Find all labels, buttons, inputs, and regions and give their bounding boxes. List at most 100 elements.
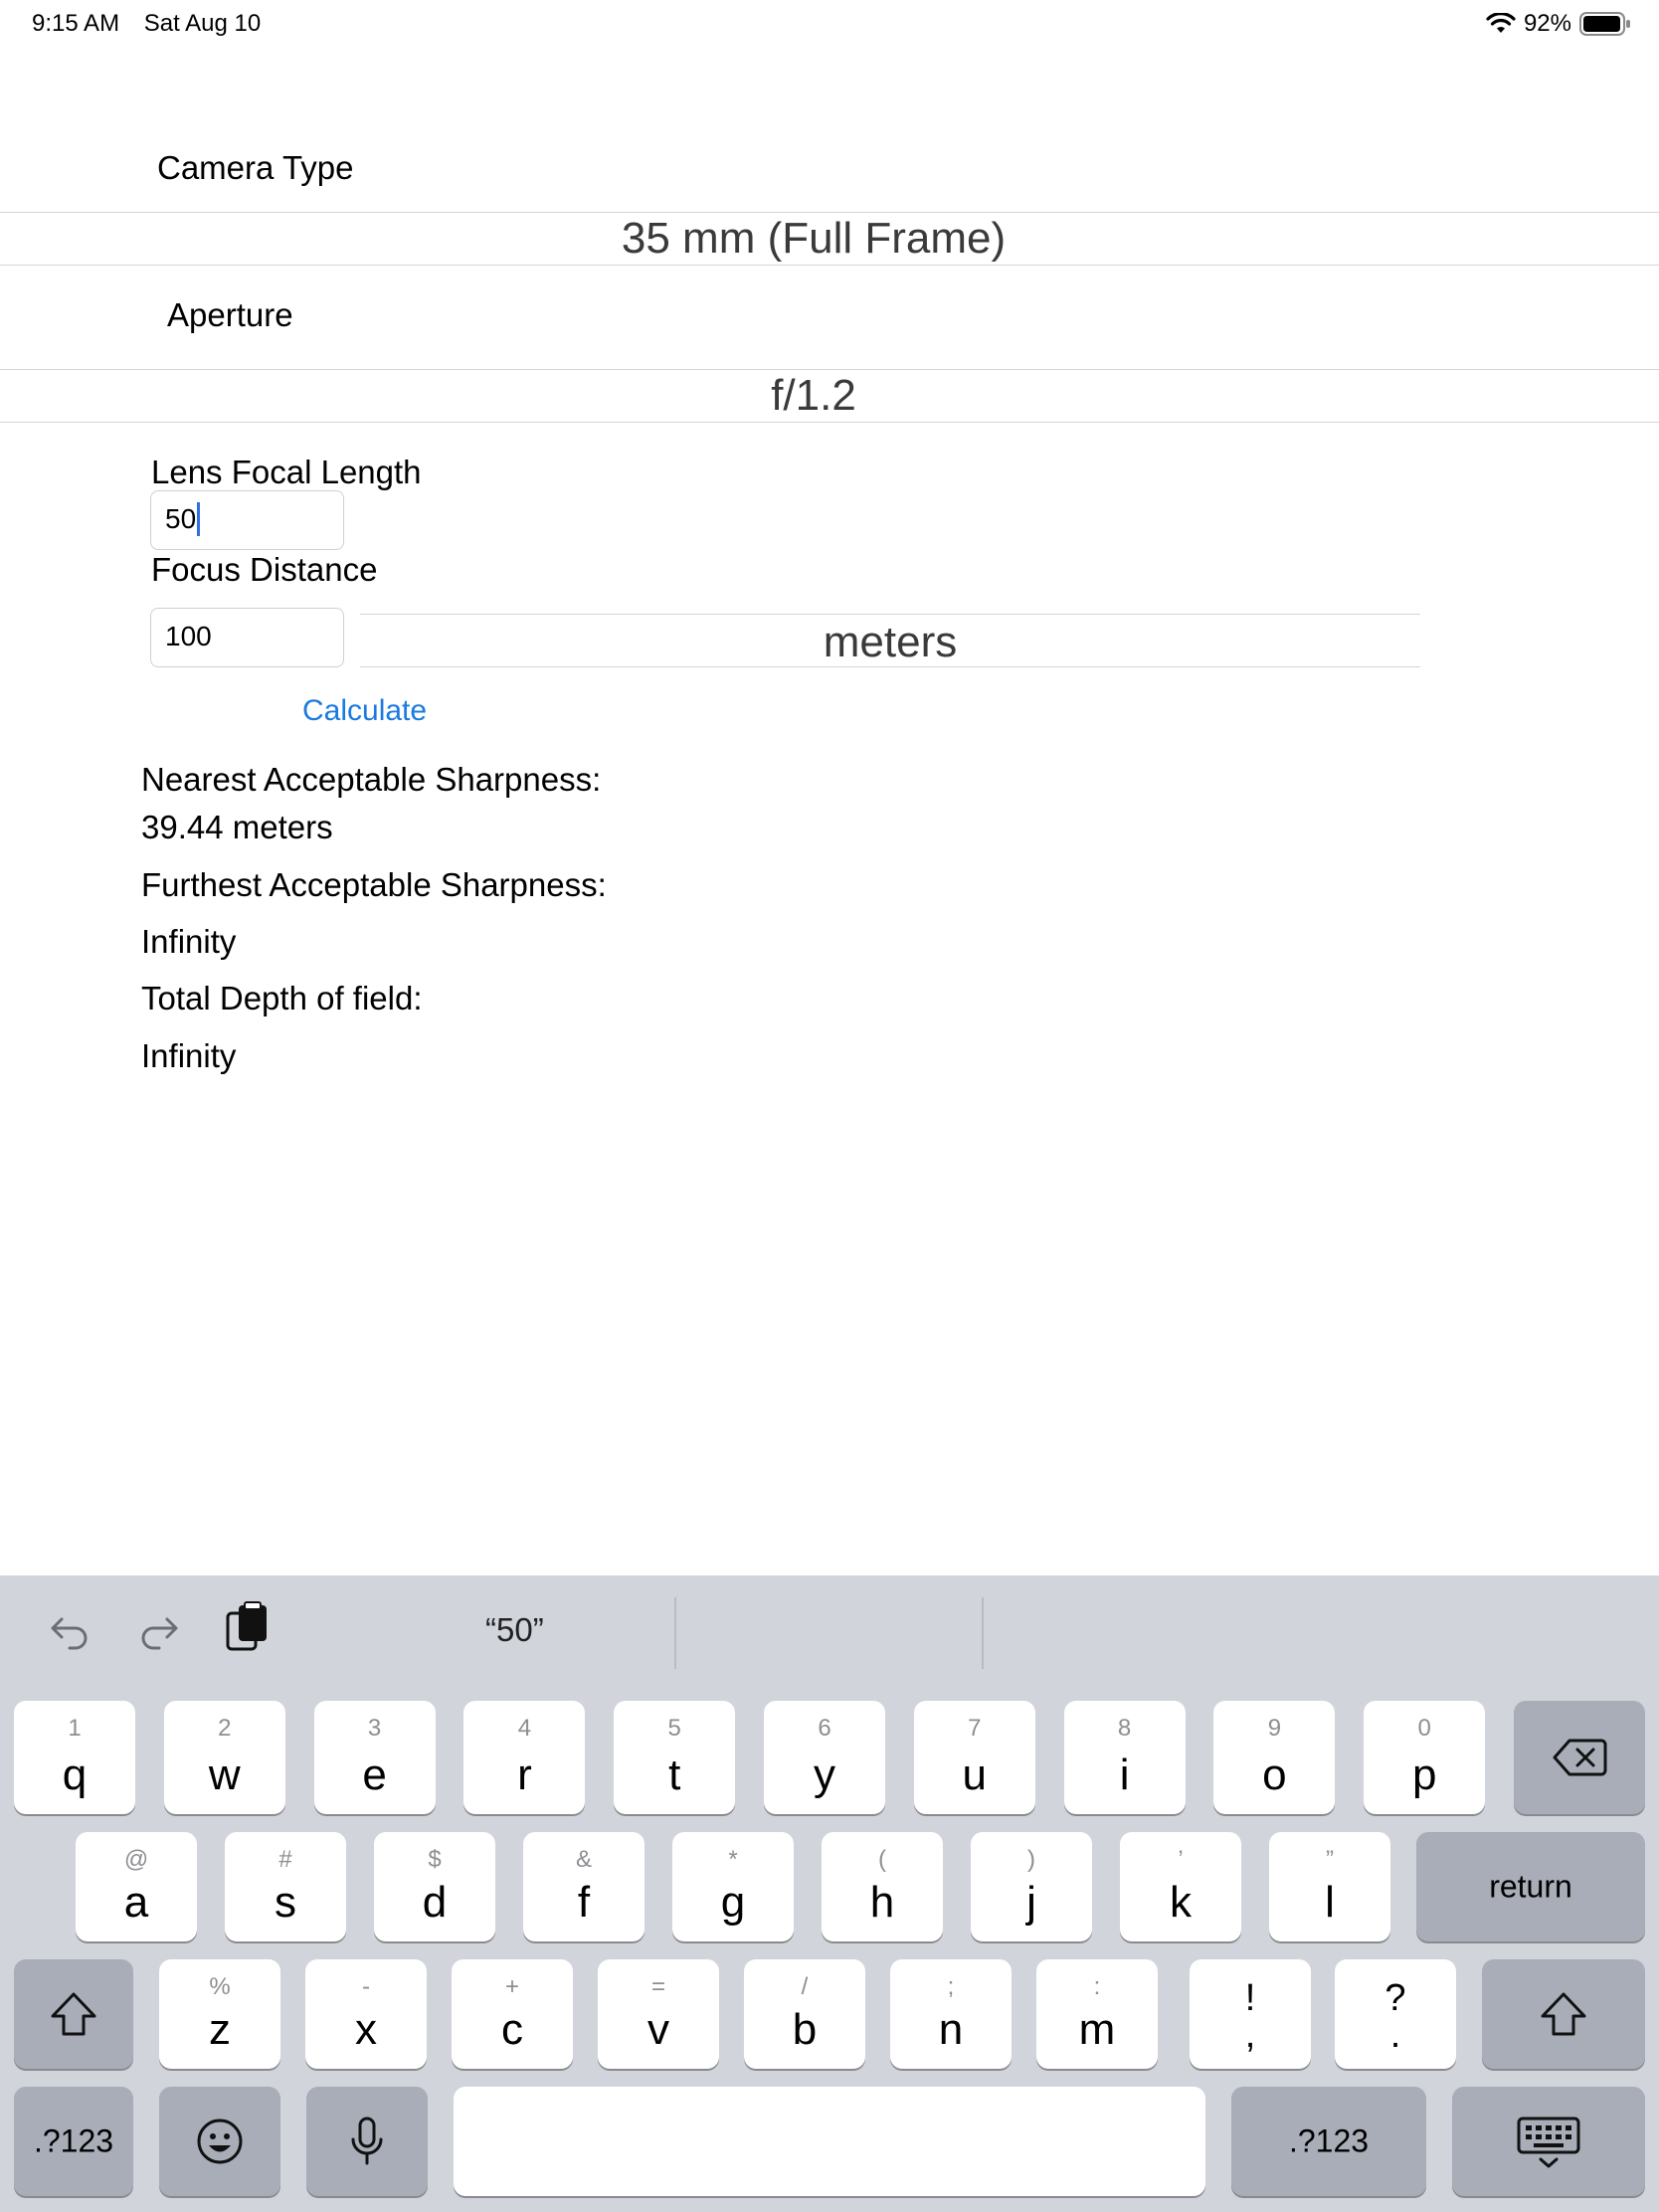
key-hint: 5 (667, 1715, 681, 1742)
aperture-picker[interactable]: f/1.2 (0, 369, 1659, 423)
key-letter: l (1325, 1878, 1335, 1927)
key-a[interactable]: @ a (76, 1832, 197, 1941)
key-v[interactable]: = v (598, 1959, 719, 2069)
key-y[interactable]: 6y (764, 1701, 885, 1814)
key-letter: j (1026, 1878, 1036, 1927)
key-exclaim-comma[interactable]: ! , (1190, 1959, 1311, 2069)
key-e[interactable]: 3e (313, 1701, 436, 1814)
status-time: 9:15 AM (32, 10, 120, 37)
status-date: Sat Aug 10 (143, 10, 262, 37)
paste-icon[interactable] (225, 1601, 271, 1653)
key-comma-bottom: , (1244, 2014, 1256, 2056)
focal-length-input[interactable]: 50 (150, 490, 344, 550)
autocorrect-suggestion[interactable]: “50” (485, 1611, 544, 1649)
calculate-button[interactable]: Calculate (302, 694, 427, 728)
suggestion-divider (982, 1597, 984, 1669)
key-letter: e (362, 1751, 387, 1799)
dictation-key[interactable] (306, 2087, 428, 2196)
key-z[interactable]: % z (159, 1959, 280, 2069)
key-hint: ’ (1178, 1846, 1184, 1873)
key-k[interactable]: ’ k (1120, 1832, 1241, 1941)
numbers-key-right[interactable]: .?123 (1231, 2087, 1426, 2196)
key-letter: b (792, 2005, 818, 2054)
key-w[interactable]: 2w (163, 1701, 285, 1814)
emoji-key[interactable] (159, 2087, 280, 2196)
key-letter: x (355, 2005, 377, 2054)
key-hint: 0 (1417, 1715, 1431, 1742)
numbers-key-label: .?123 (33, 2122, 114, 2159)
key-n[interactable]: ; n (890, 1959, 1012, 2069)
key-letter: c (501, 2005, 523, 2054)
redo-icon[interactable] (137, 1607, 181, 1651)
camera-type-picker[interactable]: 35 mm (Full Frame) (0, 212, 1659, 266)
space-key[interactable] (454, 2087, 1205, 2196)
delete-key[interactable] (1514, 1701, 1645, 1814)
key-letter: u (962, 1751, 988, 1799)
key-q[interactable]: 1q (14, 1701, 135, 1814)
key-letter: t (668, 1751, 681, 1799)
shift-key-left[interactable] (14, 1959, 133, 2069)
key-letter: n (938, 2005, 964, 2054)
numbers-key-left[interactable]: .?123 (14, 2087, 133, 2196)
key-hint: 8 (1117, 1715, 1132, 1742)
key-g[interactable]: * g (672, 1832, 794, 1941)
key-hint: @ (123, 1846, 149, 1873)
key-letter: g (720, 1878, 746, 1927)
key-f[interactable]: & f (523, 1832, 645, 1941)
focal-length-value: 50 (165, 503, 197, 534)
key-question-period[interactable]: ? . (1335, 1959, 1456, 2069)
key-letter: m (1078, 2005, 1116, 2054)
key-s[interactable]: # s (225, 1832, 346, 1941)
key-o[interactable]: 9o (1213, 1701, 1336, 1814)
wifi-icon (1486, 13, 1516, 33)
key-letter: p (1411, 1751, 1437, 1799)
emoji-icon (197, 2119, 243, 2164)
status-bar-left: 9:15 AM Sat Aug 10 (32, 10, 278, 38)
key-hint: 3 (367, 1715, 382, 1742)
key-hint: 6 (818, 1715, 831, 1742)
key-c[interactable]: + c (452, 1959, 573, 2069)
key-hint: 4 (517, 1715, 532, 1742)
focus-distance-input[interactable]: 100 (150, 608, 344, 667)
key-letter: v (647, 2005, 669, 2054)
key-hint: ; (947, 1973, 955, 2000)
key-hint: 2 (218, 1715, 232, 1742)
key-t[interactable]: 5t (614, 1701, 736, 1814)
key-l[interactable]: ” l (1269, 1832, 1390, 1941)
key-m[interactable]: :m (1036, 1959, 1158, 2069)
key-hint: - (362, 1973, 370, 2000)
key-letter: o (1262, 1751, 1287, 1799)
key-u[interactable]: 7u (913, 1701, 1035, 1814)
camera-type-label: Camera Type (157, 149, 354, 186)
key-p[interactable]: 0p (1364, 1701, 1486, 1814)
key-hint: 7 (968, 1715, 982, 1742)
suggestion-divider (674, 1597, 676, 1669)
key-letter: s (275, 1878, 296, 1927)
numbers-key-label: .?123 (1288, 2122, 1370, 2159)
key-hint: & (575, 1846, 592, 1873)
battery-icon (1579, 12, 1630, 36)
dismiss-keyboard-key[interactable] (1452, 2087, 1645, 2196)
furthest-sharpness-label: Furthest Acceptable Sharpness: (141, 866, 607, 903)
camera-type-value: 35 mm (Full Frame) (621, 214, 1007, 263)
key-r[interactable]: 4r (463, 1701, 586, 1814)
key-hint: / (801, 1973, 809, 2000)
nearest-sharpness-label: Nearest Acceptable Sharpness: (141, 761, 602, 798)
key-hint: % (209, 1973, 231, 2000)
key-b[interactable]: / b (744, 1959, 865, 2069)
shift-key-right[interactable] (1482, 1959, 1645, 2069)
undo-icon[interactable] (48, 1607, 92, 1651)
focal-length-label: Lens Focal Length (151, 454, 422, 490)
key-j[interactable]: ) j (971, 1832, 1092, 1941)
key-hint: ( (878, 1846, 886, 1873)
key-x[interactable]: -x (305, 1959, 427, 2069)
shift-icon (1541, 1992, 1586, 2036)
return-key[interactable]: return (1416, 1832, 1645, 1941)
key-hint: ) (1027, 1846, 1035, 1873)
key-i[interactable]: 8i (1063, 1701, 1186, 1814)
key-hint: # (278, 1846, 292, 1873)
units-picker[interactable]: meters (360, 614, 1420, 667)
key-h[interactable]: (h (822, 1832, 943, 1941)
key-d[interactable]: $ d (374, 1832, 495, 1941)
key-letter: z (209, 2005, 231, 2054)
